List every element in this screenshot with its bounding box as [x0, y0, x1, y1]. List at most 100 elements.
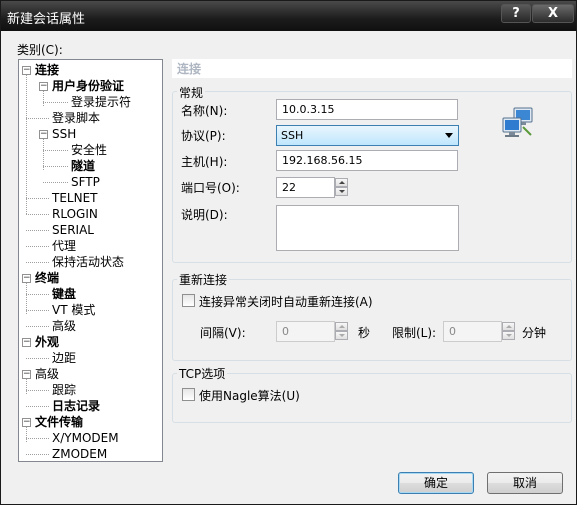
tree-item-serial[interactable]: SERIAL: [52, 222, 94, 238]
collapse-icon[interactable]: −: [39, 82, 48, 91]
tree-connector-line: [26, 406, 49, 407]
tree-connector-line: [26, 326, 49, 327]
host-field[interactable]: 192.168.56.15: [276, 150, 458, 171]
tree-item-rlogin[interactable]: RLOGIN: [52, 206, 98, 222]
tree-item-security[interactable]: 安全性: [71, 142, 107, 158]
interval-label: 间隔(V):: [200, 326, 246, 340]
collapse-icon[interactable]: −: [22, 370, 31, 379]
tree-item-keyboard[interactable]: 键盘: [52, 286, 76, 302]
tree-connector-line: [43, 150, 68, 151]
tree-item-tunnel[interactable]: 隧道: [71, 158, 95, 174]
tree-connector-line: [43, 102, 68, 103]
dialog-body: 类别(C): − 连接 − 用户身份验证 登录提示符 登录脚本 − SSH 安全性 隧道 SFTP T…: [7, 31, 572, 500]
tree-connector-line: [26, 390, 49, 391]
tree-connector-line: [26, 198, 49, 199]
spin-up-icon[interactable]: [335, 178, 348, 187]
tree-item-xymodem[interactable]: X/YMODEM: [52, 430, 119, 446]
limit-field[interactable]: 0: [443, 321, 502, 342]
tree-connector-line: [26, 74, 27, 214]
close-button[interactable]: X: [532, 4, 574, 23]
host-label: 主机(H):: [181, 155, 228, 169]
cancel-button[interactable]: 取消: [487, 472, 563, 494]
tree-connector-line: [43, 182, 68, 183]
tree-item-terminal-advanced[interactable]: 高级: [52, 318, 76, 334]
tree-item-sftp[interactable]: SFTP: [71, 174, 100, 190]
auto-reconnect-checkbox[interactable]: [182, 294, 195, 307]
spin-up-icon[interactable]: [502, 322, 515, 331]
spin-down-icon[interactable]: [335, 331, 348, 340]
spin-up-icon[interactable]: [335, 322, 348, 331]
port-field[interactable]: 22: [276, 177, 335, 198]
tree-item-login-scripts[interactable]: 登录脚本: [52, 110, 100, 126]
tree-connector-line: [26, 230, 49, 231]
help-button[interactable]: ?: [501, 4, 531, 23]
tree-connector-line: [26, 438, 49, 439]
window-title: 新建会话属性: [7, 12, 86, 27]
collapse-icon[interactable]: −: [22, 338, 31, 347]
spin-down-icon[interactable]: [335, 187, 348, 196]
interval-unit: 秒: [358, 326, 371, 340]
spin-down-icon[interactable]: [502, 331, 515, 340]
reconnect-group: [172, 279, 572, 361]
tree-connector-line: [26, 310, 49, 311]
tree-item-ssh[interactable]: SSH: [52, 126, 76, 142]
port-stepper[interactable]: [335, 178, 348, 197]
tree-connector-line: [26, 118, 49, 119]
name-label: 名称(N):: [181, 104, 228, 118]
tree-connector-line: [26, 378, 27, 394]
nagle-checkbox[interactable]: [182, 388, 195, 401]
category-tree[interactable]: − 连接 − 用户身份验证 登录提示符 登录脚本 − SSH 安全性 隧道 SFTP TELNET RL…: [18, 59, 163, 462]
tree-item-telnet[interactable]: TELNET: [52, 190, 98, 206]
collapse-icon[interactable]: −: [39, 130, 48, 139]
tree-item-trace[interactable]: 跟踪: [52, 382, 76, 398]
protocol-select-value: SSH: [281, 129, 304, 142]
tree-item-keep-alive[interactable]: 保持活动状态: [52, 254, 124, 270]
panel-header-title: 连接: [177, 62, 202, 76]
session-properties-dialog: 新建会话属性 ? X 类别(C): − 连接 − 用户身份验证 登录提示符 登录脚本 − SS…: [0, 0, 577, 505]
tree-connector-line: [26, 262, 49, 263]
tree-connector-line: [26, 246, 49, 247]
tree-item-appearance[interactable]: 外观: [35, 334, 59, 350]
interval-field[interactable]: 0: [276, 321, 335, 342]
collapse-icon[interactable]: −: [22, 66, 31, 75]
tree-item-proxy[interactable]: 代理: [52, 238, 76, 254]
close-icon: X: [547, 6, 559, 21]
tcp-group-title: TCP选项: [177, 365, 228, 382]
category-label: 类别(C):: [17, 43, 63, 57]
title-bar[interactable]: 新建会话属性 ? X: [1, 1, 576, 31]
limit-label: 限制(L):: [392, 326, 437, 340]
ok-button[interactable]: 确定: [398, 472, 474, 494]
tree-connector-line: [43, 166, 68, 167]
tree-item-connection[interactable]: 连接: [35, 62, 59, 78]
tree-item-zmodem[interactable]: ZMODEM: [52, 446, 107, 462]
nagle-label[interactable]: 使用Nagle算法(U): [199, 387, 300, 404]
tree-item-vt-modes[interactable]: VT 模式: [52, 302, 95, 318]
tree-item-file-transfer[interactable]: 文件传输: [35, 414, 83, 430]
tree-item-login-prompts[interactable]: 登录提示符: [71, 94, 131, 110]
name-field[interactable]: 10.0.3.15: [276, 99, 458, 120]
auto-reconnect-label[interactable]: 连接异常关闭时自动重新连接(A): [199, 293, 373, 310]
tree-item-user-auth[interactable]: 用户身份验证: [52, 78, 124, 94]
limit-stepper[interactable]: [502, 322, 515, 341]
tree-connector-line: [43, 90, 44, 106]
tree-connector-line: [26, 454, 49, 455]
tree-item-advanced[interactable]: 高级: [35, 366, 59, 382]
chevron-down-icon: [445, 133, 453, 138]
limit-unit: 分钟: [522, 326, 547, 340]
tree-connector-line: [26, 358, 49, 359]
general-group-title: 常规: [177, 84, 206, 101]
interval-stepper[interactable]: [335, 322, 348, 341]
port-label: 端口号(O):: [181, 181, 240, 195]
description-field[interactable]: [276, 205, 459, 251]
tree-item-margin[interactable]: 边距: [52, 350, 76, 366]
panel-header: 连接: [172, 59, 572, 78]
tree-item-terminal[interactable]: 终端: [35, 270, 59, 286]
collapse-icon[interactable]: −: [22, 274, 31, 283]
protocol-label: 协议(P):: [181, 129, 226, 143]
tree-item-logging[interactable]: 日志记录: [52, 398, 100, 414]
tree-connector-line: [26, 426, 27, 442]
protocol-select[interactable]: SSH: [276, 125, 459, 146]
network-computers-icon: [501, 105, 535, 139]
reconnect-group-title: 重新连接: [177, 271, 230, 288]
collapse-icon[interactable]: −: [22, 418, 31, 427]
